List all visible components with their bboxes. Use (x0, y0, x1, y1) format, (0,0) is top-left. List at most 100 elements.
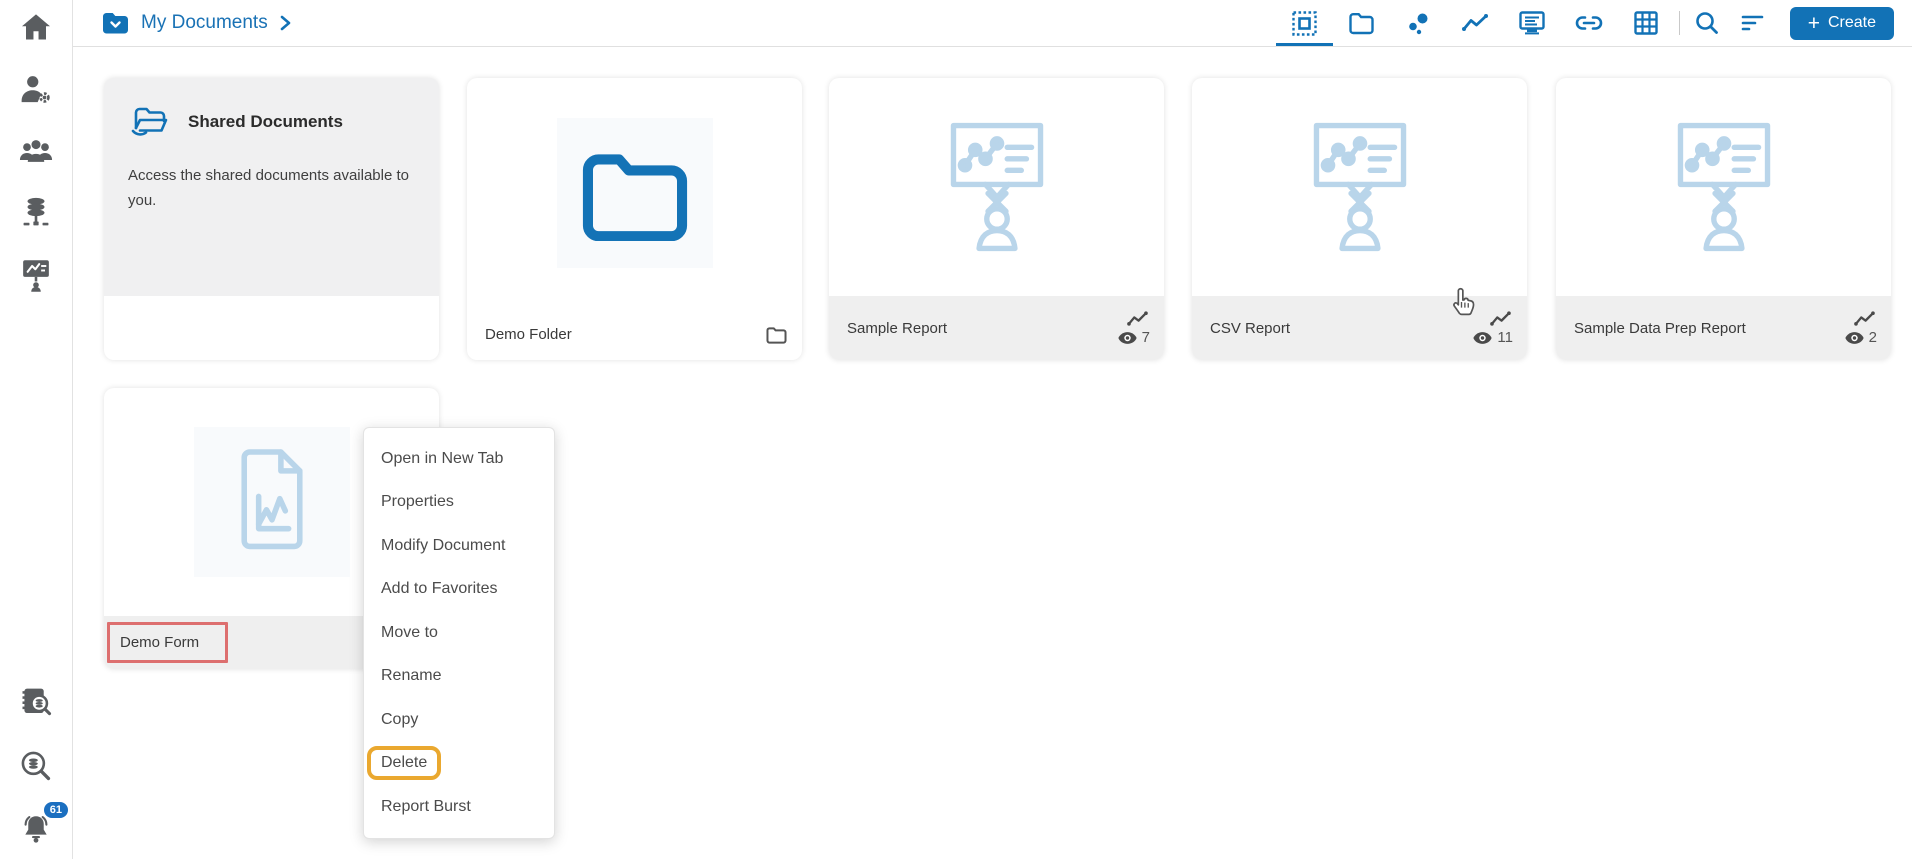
sidebar-top-group (16, 8, 56, 294)
database-network-icon (20, 196, 52, 230)
menu-item-label: Properties (381, 493, 454, 511)
shared-card-description: Access the shared documents available to… (128, 164, 415, 214)
sidebar-bottom-group: 61 (16, 685, 56, 847)
tab-all-views[interactable] (1276, 0, 1333, 46)
tab-folders[interactable] (1333, 0, 1390, 46)
user-gear-icon (19, 73, 53, 105)
report-presenter-icon (1660, 116, 1788, 258)
menu-item-open-in-new-tab[interactable]: Open in New Tab (364, 437, 554, 481)
csv-report-card[interactable]: CSV Report 11 (1192, 78, 1527, 360)
trend-icon (1853, 310, 1877, 327)
data-sources-button[interactable] (16, 194, 56, 232)
folder-card-name: Demo Folder (485, 326, 765, 343)
toolbar-divider (1679, 11, 1680, 35)
data-dictionary-button[interactable] (16, 685, 56, 723)
report-presenter-icon (1296, 116, 1424, 258)
notifications-button[interactable]: 61 (16, 809, 56, 847)
menu-item-modify-document[interactable]: Modify Document (364, 524, 554, 568)
views-count: 7 (1118, 329, 1150, 346)
catalog-search-icon (19, 686, 53, 722)
bubbles-icon (1405, 10, 1432, 37)
chevron-right-icon (279, 15, 292, 31)
sample-report-card[interactable]: Sample Report 7 (829, 78, 1164, 360)
shared-card-title: Shared Documents (188, 112, 343, 132)
breadcrumb-label[interactable]: My Documents (141, 12, 268, 34)
documents-grid: Shared Documents Access the shared docum… (73, 47, 1912, 859)
folder-card-footer: Demo Folder (467, 308, 802, 360)
trend-icon (1489, 310, 1513, 327)
folder-outline-icon (1348, 11, 1375, 35)
csv-report-icon-area (1192, 78, 1527, 296)
menu-item-delete[interactable]: Delete (364, 742, 554, 786)
folder-dropdown-icon[interactable] (101, 10, 130, 37)
create-button-label: Create (1828, 14, 1876, 32)
menu-item-label: Add to Favorites (381, 580, 498, 598)
data-prep-report-footer: Sample Data Prep Report 2 (1556, 296, 1891, 360)
sample-report-icon-area (829, 78, 1164, 296)
shared-folder-icon (128, 104, 172, 140)
folder-card[interactable]: Demo Folder (467, 78, 802, 360)
data-prep-icon-area (1556, 78, 1891, 296)
breadcrumb[interactable]: My Documents (101, 10, 292, 37)
menu-item-report-burst[interactable]: Report Burst (364, 785, 554, 829)
annotation-amber-box: Delete (367, 746, 441, 780)
search-button[interactable] (1684, 0, 1730, 46)
folder-large-icon (576, 145, 694, 241)
create-button[interactable]: + Create (1790, 7, 1894, 40)
home-icon (20, 12, 52, 42)
menu-item-properties[interactable]: Properties (364, 481, 554, 525)
context-menu: Open in New Tab Properties Modify Docume… (363, 427, 555, 839)
account-settings-button[interactable] (16, 70, 56, 108)
report-presenter-icon (933, 116, 1061, 258)
views-count: 11 (1473, 329, 1513, 346)
tab-data[interactable] (1390, 0, 1447, 46)
data-prep-report-card[interactable]: Sample Data Prep Report 2 (1556, 78, 1891, 360)
tab-tables[interactable] (1618, 0, 1675, 46)
data-prep-report-name: Sample Data Prep Report (1574, 320, 1845, 337)
views-number: 2 (1869, 329, 1877, 346)
grid-table-icon (1633, 10, 1659, 36)
explorer-icon (1291, 10, 1318, 37)
menu-item-move-to[interactable]: Move to (364, 611, 554, 655)
presentations-button[interactable] (16, 256, 56, 294)
menu-item-add-to-favorites[interactable]: Add to Favorites (364, 568, 554, 612)
tab-reports[interactable] (1447, 0, 1504, 46)
menu-item-label: Modify Document (381, 537, 506, 555)
menu-item-label: Move to (381, 624, 438, 642)
tab-dashboards[interactable] (1504, 0, 1561, 46)
eye-icon (1473, 331, 1492, 345)
views-number: 7 (1142, 329, 1150, 346)
folder-small-icon (765, 325, 788, 344)
search-database-icon (19, 749, 53, 783)
sort-button[interactable] (1730, 0, 1776, 46)
eye-icon (1118, 331, 1137, 345)
sort-icon (1740, 13, 1766, 33)
annotation-red-box: Demo Form (107, 622, 228, 663)
link-icon (1575, 14, 1603, 32)
menu-item-label: Report Burst (381, 798, 471, 816)
tab-links[interactable] (1561, 0, 1618, 46)
form-card-name: Demo Form (120, 634, 199, 651)
data-search-button[interactable] (16, 747, 56, 785)
menu-item-label: Open in New Tab (381, 450, 503, 468)
menu-item-rename[interactable]: Rename (364, 655, 554, 699)
left-sidebar: 61 (0, 0, 73, 859)
presenter-board-icon (19, 257, 53, 293)
menu-item-label: Copy (381, 711, 418, 729)
top-bar: My Documents (73, 0, 1912, 47)
menu-item-copy[interactable]: Copy (364, 698, 554, 742)
form-document-icon (222, 446, 322, 558)
plus-icon: + (1808, 13, 1820, 34)
home-button[interactable] (16, 8, 56, 46)
eye-icon (1845, 331, 1864, 345)
groups-button[interactable] (16, 132, 56, 170)
shared-documents-card[interactable]: Shared Documents Access the shared docum… (104, 78, 439, 360)
csv-report-name: CSV Report (1210, 320, 1473, 337)
people-group-icon (18, 137, 54, 165)
shared-card-body: Shared Documents Access the shared docum… (104, 78, 439, 296)
line-chart-icon (1461, 12, 1490, 34)
folder-icon-area (557, 118, 713, 268)
dashboard-icon (1518, 10, 1546, 36)
sample-report-name: Sample Report (847, 320, 1118, 337)
menu-item-label: Delete (381, 754, 427, 771)
